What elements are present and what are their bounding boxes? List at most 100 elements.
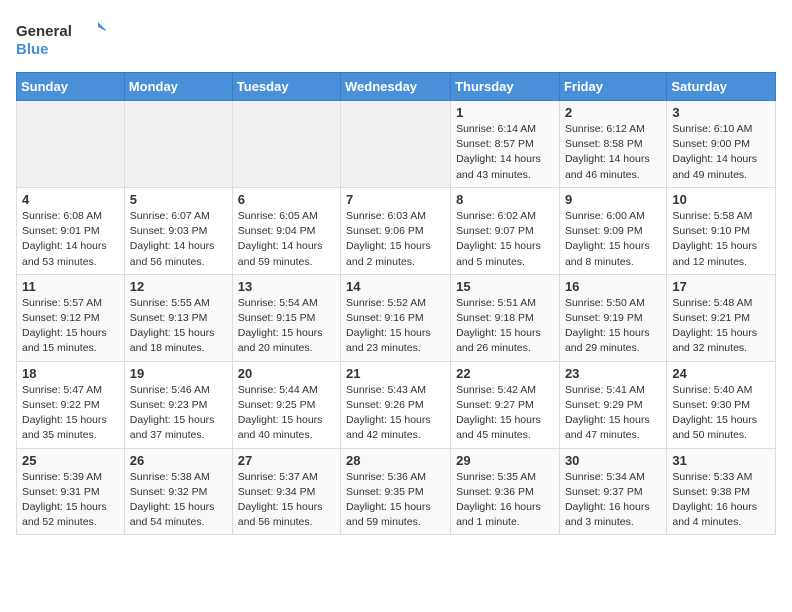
day-number: 27 [238, 453, 335, 468]
day-number: 31 [672, 453, 770, 468]
weekday-header-thursday: Thursday [451, 73, 560, 101]
calendar-cell: 19 Sunrise: 5:46 AM Sunset: 9:23 PM Dayli… [124, 361, 232, 448]
cell-content: Sunrise: 6:00 AM Sunset: 9:09 PM Dayligh… [565, 209, 661, 270]
logo: General Blue [16, 16, 106, 60]
day-number: 20 [238, 366, 335, 381]
day-number: 6 [238, 192, 335, 207]
day-number: 14 [346, 279, 445, 294]
weekday-header-monday: Monday [124, 73, 232, 101]
weekday-header-saturday: Saturday [667, 73, 776, 101]
calendar-cell [124, 101, 232, 188]
cell-content: Sunrise: 6:08 AM Sunset: 9:01 PM Dayligh… [22, 209, 119, 270]
calendar-row-2: 4 Sunrise: 6:08 AM Sunset: 9:01 PM Daylig… [17, 187, 776, 274]
calendar-cell: 15 Sunrise: 5:51 AM Sunset: 9:18 PM Dayli… [451, 274, 560, 361]
day-number: 12 [130, 279, 227, 294]
cell-content: Sunrise: 5:36 AM Sunset: 9:35 PM Dayligh… [346, 470, 445, 531]
day-number: 8 [456, 192, 554, 207]
day-number: 1 [456, 105, 554, 120]
cell-content: Sunrise: 6:07 AM Sunset: 9:03 PM Dayligh… [130, 209, 227, 270]
weekday-header-row: SundayMondayTuesdayWednesdayThursdayFrid… [17, 73, 776, 101]
cell-content: Sunrise: 5:38 AM Sunset: 9:32 PM Dayligh… [130, 470, 227, 531]
page-header: General Blue [16, 16, 776, 60]
cell-content: Sunrise: 5:40 AM Sunset: 9:30 PM Dayligh… [672, 383, 770, 444]
cell-content: Sunrise: 6:03 AM Sunset: 9:06 PM Dayligh… [346, 209, 445, 270]
calendar-table: SundayMondayTuesdayWednesdayThursdayFrid… [16, 72, 776, 535]
calendar-cell: 20 Sunrise: 5:44 AM Sunset: 9:25 PM Dayli… [232, 361, 340, 448]
day-number: 2 [565, 105, 661, 120]
calendar-cell: 11 Sunrise: 5:57 AM Sunset: 9:12 PM Dayli… [17, 274, 125, 361]
cell-content: Sunrise: 5:50 AM Sunset: 9:19 PM Dayligh… [565, 296, 661, 357]
calendar-cell: 21Sunrise: 5:43 AM Sunset: 9:26 PM Dayli… [341, 361, 451, 448]
calendar-cell: 27 Sunrise: 5:37 AM Sunset: 9:34 PM Dayli… [232, 448, 340, 535]
day-number: 3 [672, 105, 770, 120]
day-number: 22 [456, 366, 554, 381]
cell-content: Sunrise: 5:48 AM Sunset: 9:21 PM Dayligh… [672, 296, 770, 357]
cell-content: Sunrise: 5:52 AM Sunset: 9:16 PM Dayligh… [346, 296, 445, 357]
cell-content: Sunrise: 6:02 AM Sunset: 9:07 PM Dayligh… [456, 209, 554, 270]
calendar-cell [232, 101, 340, 188]
calendar-cell: 22 Sunrise: 5:42 AM Sunset: 9:27 PM Dayli… [451, 361, 560, 448]
calendar-cell: 12 Sunrise: 5:55 AM Sunset: 9:13 PM Dayli… [124, 274, 232, 361]
cell-content: Sunrise: 6:05 AM Sunset: 9:04 PM Dayligh… [238, 209, 335, 270]
cell-content: Sunrise: 5:44 AM Sunset: 9:25 PM Dayligh… [238, 383, 335, 444]
calendar-cell: 7Sunrise: 6:03 AM Sunset: 9:06 PM Daylig… [341, 187, 451, 274]
calendar-cell [17, 101, 125, 188]
cell-content: Sunrise: 5:55 AM Sunset: 9:13 PM Dayligh… [130, 296, 227, 357]
day-number: 18 [22, 366, 119, 381]
day-number: 19 [130, 366, 227, 381]
calendar-cell: 29Sunrise: 5:35 AM Sunset: 9:36 PM Dayli… [451, 448, 560, 535]
cell-content: Sunrise: 5:34 AM Sunset: 9:37 PM Dayligh… [565, 470, 661, 531]
day-number: 25 [22, 453, 119, 468]
cell-content: Sunrise: 5:37 AM Sunset: 9:34 PM Dayligh… [238, 470, 335, 531]
cell-content: Sunrise: 5:47 AM Sunset: 9:22 PM Dayligh… [22, 383, 119, 444]
cell-content: Sunrise: 5:43 AM Sunset: 9:26 PM Dayligh… [346, 383, 445, 444]
weekday-header-sunday: Sunday [17, 73, 125, 101]
day-number: 15 [456, 279, 554, 294]
weekday-header-friday: Friday [559, 73, 666, 101]
calendar-cell: 16 Sunrise: 5:50 AM Sunset: 9:19 PM Dayli… [559, 274, 666, 361]
day-number: 26 [130, 453, 227, 468]
cell-content: Sunrise: 5:58 AM Sunset: 9:10 PM Dayligh… [672, 209, 770, 270]
cell-content: Sunrise: 6:12 AM Sunset: 8:58 PM Dayligh… [565, 122, 661, 183]
cell-content: Sunrise: 5:41 AM Sunset: 9:29 PM Dayligh… [565, 383, 661, 444]
day-number: 10 [672, 192, 770, 207]
calendar-cell: 13Sunrise: 5:54 AM Sunset: 9:15 PM Dayli… [232, 274, 340, 361]
calendar-row-3: 11 Sunrise: 5:57 AM Sunset: 9:12 PM Dayli… [17, 274, 776, 361]
calendar-cell: 23 Sunrise: 5:41 AM Sunset: 9:29 PM Dayli… [559, 361, 666, 448]
calendar-cell: 24 Sunrise: 5:40 AM Sunset: 9:30 PM Dayli… [667, 361, 776, 448]
cell-content: Sunrise: 5:51 AM Sunset: 9:18 PM Dayligh… [456, 296, 554, 357]
cell-content: Sunrise: 5:57 AM Sunset: 9:12 PM Dayligh… [22, 296, 119, 357]
weekday-header-wednesday: Wednesday [341, 73, 451, 101]
calendar-cell: 31Sunrise: 5:33 AM Sunset: 9:38 PM Dayli… [667, 448, 776, 535]
calendar-cell: 18 Sunrise: 5:47 AM Sunset: 9:22 PM Dayli… [17, 361, 125, 448]
day-number: 9 [565, 192, 661, 207]
calendar-cell: 4 Sunrise: 6:08 AM Sunset: 9:01 PM Daylig… [17, 187, 125, 274]
day-number: 29 [456, 453, 554, 468]
calendar-cell: 9 Sunrise: 6:00 AM Sunset: 9:09 PM Daylig… [559, 187, 666, 274]
svg-text:Blue: Blue [16, 41, 49, 58]
generalblue-logo: General Blue [16, 16, 106, 60]
calendar-cell: 26 Sunrise: 5:38 AM Sunset: 9:32 PM Dayli… [124, 448, 232, 535]
day-number: 28 [346, 453, 445, 468]
day-number: 24 [672, 366, 770, 381]
cell-content: Sunrise: 6:10 AM Sunset: 9:00 PM Dayligh… [672, 122, 770, 183]
day-number: 16 [565, 279, 661, 294]
cell-content: Sunrise: 5:42 AM Sunset: 9:27 PM Dayligh… [456, 383, 554, 444]
calendar-cell: 14 Sunrise: 5:52 AM Sunset: 9:16 PM Dayli… [341, 274, 451, 361]
cell-content: Sunrise: 5:46 AM Sunset: 9:23 PM Dayligh… [130, 383, 227, 444]
calendar-cell: 8 Sunrise: 6:02 AM Sunset: 9:07 PM Daylig… [451, 187, 560, 274]
calendar-cell: 1 Sunrise: 6:14 AM Sunset: 8:57 PM Daylig… [451, 101, 560, 188]
day-number: 23 [565, 366, 661, 381]
day-number: 17 [672, 279, 770, 294]
day-number: 5 [130, 192, 227, 207]
cell-content: Sunrise: 6:14 AM Sunset: 8:57 PM Dayligh… [456, 122, 554, 183]
svg-text:General: General [16, 23, 72, 40]
calendar-row-4: 18 Sunrise: 5:47 AM Sunset: 9:22 PM Dayli… [17, 361, 776, 448]
day-number: 30 [565, 453, 661, 468]
cell-content: Sunrise: 5:39 AM Sunset: 9:31 PM Dayligh… [22, 470, 119, 531]
calendar-cell: 3 Sunrise: 6:10 AM Sunset: 9:00 PM Daylig… [667, 101, 776, 188]
weekday-header-tuesday: Tuesday [232, 73, 340, 101]
calendar-row-5: 25 Sunrise: 5:39 AM Sunset: 9:31 PM Dayli… [17, 448, 776, 535]
day-number: 11 [22, 279, 119, 294]
day-number: 4 [22, 192, 119, 207]
